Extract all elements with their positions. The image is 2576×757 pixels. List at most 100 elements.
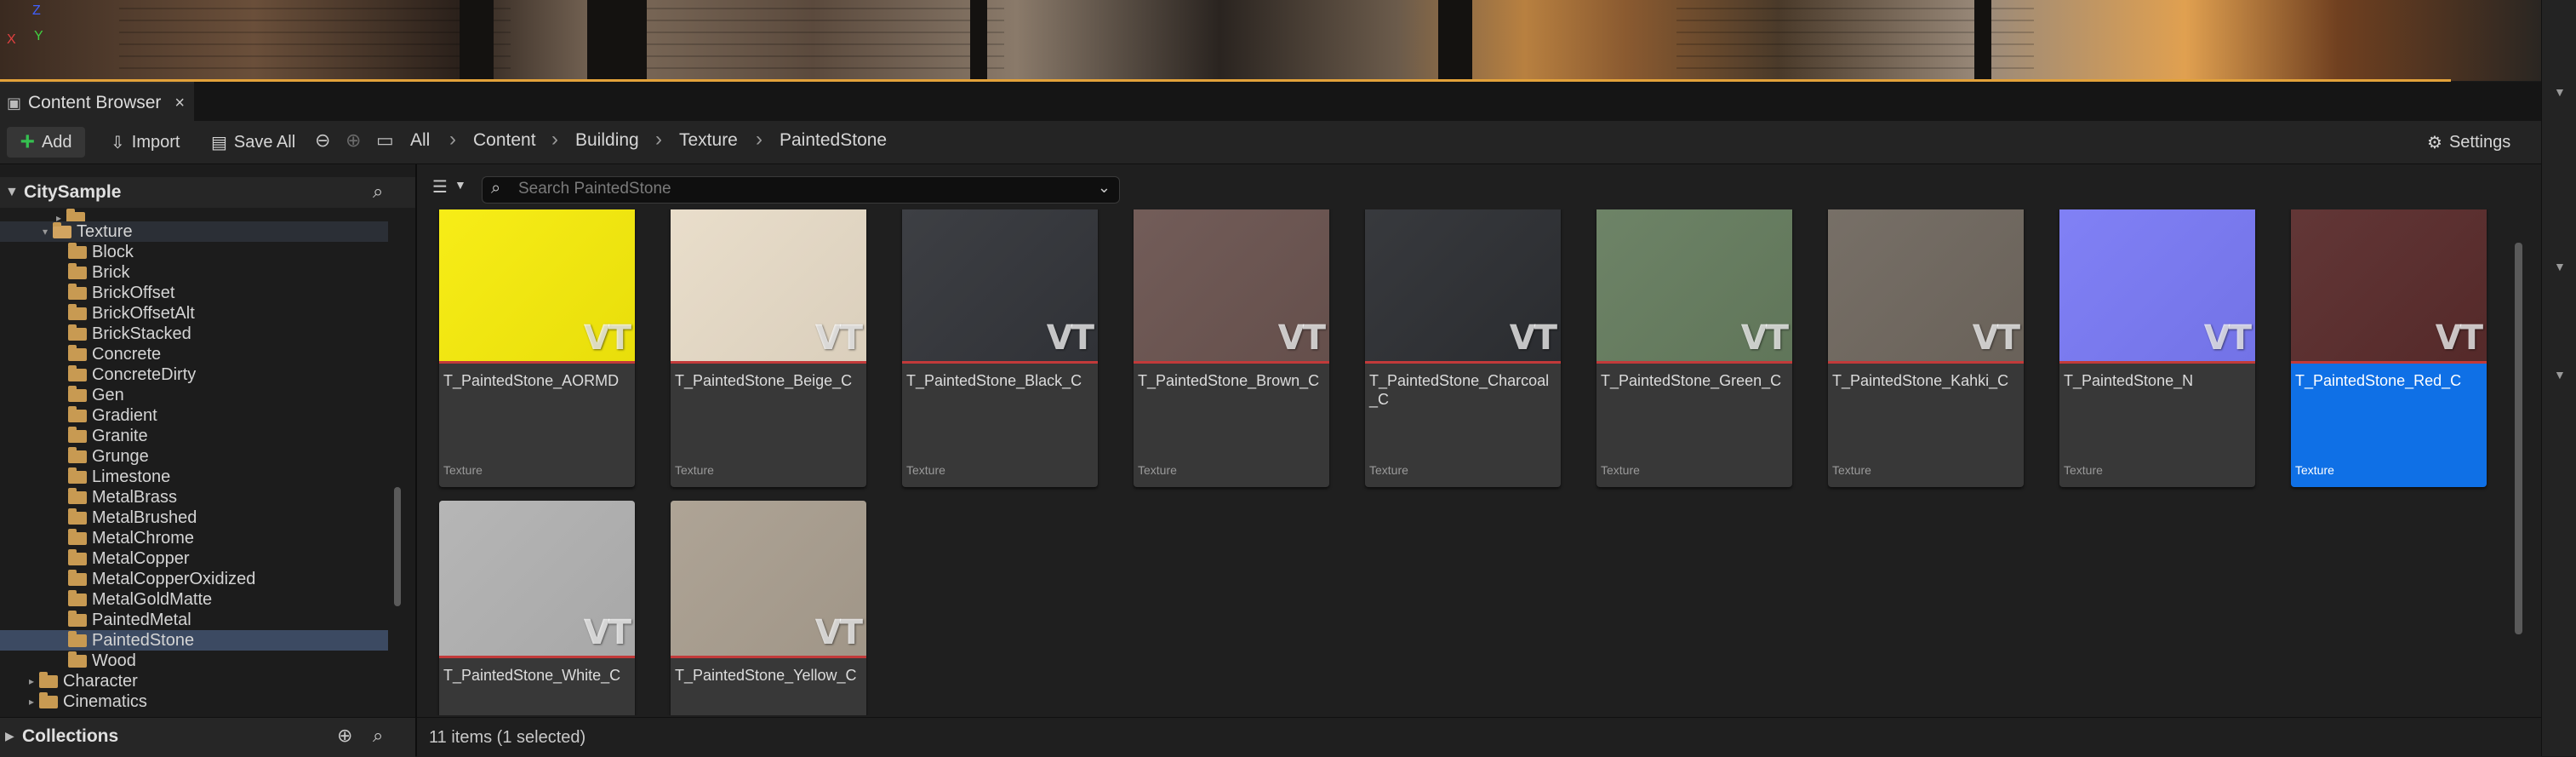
folder-icon: [68, 303, 87, 320]
right-rail: ▼ ▼ ▼: [2541, 0, 2576, 756]
tree-row[interactable]: Wood: [0, 651, 388, 671]
tree-row[interactable]: Block: [0, 242, 388, 262]
collapse-icon[interactable]: ▼: [5, 185, 19, 200]
tree-item-label: Gen: [92, 385, 124, 404]
asset-type-color-bar: [671, 361, 866, 364]
chevron-right-icon[interactable]: ›: [449, 128, 456, 152]
breadcrumb-item[interactable]: Content: [473, 130, 536, 151]
asset-name: T_PaintedStone_Kahki_C: [1832, 372, 2009, 389]
asset-tile[interactable]: VT T_PaintedStone_Beige_C Texture: [671, 209, 866, 487]
import-button[interactable]: ⇩ Import: [111, 127, 180, 158]
asset-tile[interactable]: VT T_PaintedStone_Green_C Texture: [1596, 209, 1792, 487]
pillar: [587, 0, 647, 81]
folder-icon[interactable]: ▭: [376, 129, 394, 152]
asset-tile[interactable]: VTT_PaintedStone_White_CTexture: [439, 501, 635, 715]
tab-content-browser[interactable]: ▣ Content Browser ×: [0, 82, 194, 123]
tree-row[interactable]: Limestone: [0, 467, 388, 487]
tree-row[interactable]: Brick: [0, 262, 388, 283]
expand-icon[interactable]: ▶: [5, 729, 14, 743]
search-icon[interactable]: ⌕: [373, 725, 383, 747]
search-input[interactable]: ⌕ Search PaintedStone ⌄: [482, 176, 1120, 204]
tree-row[interactable]: BrickOffsetAlt: [0, 303, 388, 324]
asset-tile[interactable]: VTT_PaintedStone_Yellow_CTexture: [671, 501, 866, 715]
tree-item-label: Grunge: [92, 446, 149, 466]
asset-tile[interactable]: VT T_PaintedStone_AORMD Texture: [439, 209, 635, 487]
breadcrumb-item[interactable]: Building: [575, 130, 639, 151]
tree-row[interactable]: Concrete: [0, 344, 388, 364]
tree-row[interactable]: MetalGoldMatte: [0, 589, 388, 610]
asset-tile[interactable]: VT T_PaintedStone_Red_C Texture: [2291, 209, 2487, 487]
level-viewport[interactable]: [0, 0, 2541, 81]
add-button[interactable]: + Add: [7, 127, 85, 158]
chevron-down-icon[interactable]: ▼: [2554, 85, 2566, 99]
save-all-button[interactable]: ▤ Save All: [211, 127, 295, 158]
asset-tile[interactable]: VT T_PaintedStone_Brown_C Texture: [1134, 209, 1329, 487]
tree-row[interactable]: Gradient: [0, 405, 388, 426]
chevron-right-icon[interactable]: ›: [655, 128, 662, 152]
tree-row-character[interactable]: ▸ Character: [0, 671, 388, 691]
chevron-down-icon[interactable]: ▼: [2554, 260, 2566, 273]
asset-tile[interactable]: VT T_PaintedStone_Black_C Texture: [902, 209, 1098, 487]
tree-row[interactable]: MetalChrome: [0, 528, 388, 548]
tree-row[interactable]: PaintedStone: [0, 630, 388, 651]
asset-type-color-bar: [1828, 361, 2024, 364]
asset-name: T_PaintedStone_White_C: [443, 667, 621, 684]
tab-strip: [0, 82, 2541, 121]
add-collection-icon[interactable]: ⊕: [337, 725, 352, 747]
chevron-right-icon[interactable]: ›: [756, 128, 763, 152]
tree-row[interactable]: MetalCopper: [0, 548, 388, 569]
pillar: [460, 0, 494, 81]
tree-row[interactable]: BrickStacked: [0, 324, 388, 344]
tree-row-texture[interactable]: ▾ Texture: [0, 221, 388, 242]
chevron-right-icon: ▸: [28, 675, 35, 687]
axis-gizmo: X Z Y: [2, 3, 53, 49]
search-icon[interactable]: ⌕: [373, 181, 383, 203]
tree-row-cinematics[interactable]: ▸ Cinematics: [0, 691, 388, 712]
asset-tile[interactable]: VT T_PaintedStone_Charcoal_C Texture: [1365, 209, 1561, 487]
pillar: [1438, 0, 1472, 81]
tree-row[interactable]: Grunge: [0, 446, 388, 467]
tree-row[interactable]: MetalCopperOxidized: [0, 569, 388, 589]
search-placeholder: Search PaintedStone: [518, 180, 671, 198]
search-icon: ⌕: [491, 179, 501, 198]
chevron-right-icon[interactable]: ›: [551, 128, 558, 152]
settings-button[interactable]: ⚙ Settings: [2427, 127, 2510, 158]
tree-row[interactable]: PaintedMetal: [0, 610, 388, 630]
asset-name: T_PaintedStone_N: [2064, 372, 2194, 389]
asset-name: T_PaintedStone_Black_C: [906, 372, 1082, 389]
tree-item-label: Brick: [92, 262, 130, 282]
tree-row[interactable]: MetalBrushed: [0, 508, 388, 528]
chevron-down-icon[interactable]: ▼: [2554, 368, 2566, 381]
breadcrumb-item[interactable]: All: [410, 130, 430, 151]
asset-type: Texture: [1832, 463, 1871, 477]
toolbar: + Add ⇩ Import ▤ Save All ⊖ ⊕ ▭ ⚙ Settin…: [0, 121, 2541, 164]
tree-header[interactable]: ▼ CitySample ⌕: [0, 177, 415, 208]
chevron-down-icon[interactable]: ⌄: [1098, 179, 1111, 197]
asset-scrollbar[interactable]: [2515, 243, 2522, 634]
virtual-texture-badge: VT: [1277, 318, 1326, 358]
folder-icon: [68, 446, 87, 463]
asset-tile[interactable]: VT T_PaintedStone_Kahki_C Texture: [1828, 209, 2024, 487]
tree-scrollbar[interactable]: [394, 487, 401, 606]
folder-icon: [68, 548, 87, 565]
tree-row[interactable]: Gen: [0, 385, 388, 405]
close-icon[interactable]: ×: [174, 94, 185, 113]
history-back-icon[interactable]: ⊖: [315, 129, 330, 152]
tree-row[interactable]: BrickOffset: [0, 283, 388, 303]
virtual-texture-badge: VT: [1972, 318, 2020, 358]
asset-type-color-bar: [1365, 361, 1561, 364]
tree-row[interactable]: Granite: [0, 426, 388, 446]
breadcrumb-item[interactable]: Texture: [679, 130, 738, 151]
tree-row[interactable]: ConcreteDirty: [0, 364, 388, 385]
virtual-texture-badge: VT: [2203, 318, 2252, 358]
folder-icon: [68, 508, 87, 525]
history-forward-icon[interactable]: ⊕: [346, 129, 361, 152]
asset-type-color-bar: [1596, 361, 1792, 364]
asset-tile[interactable]: VT T_PaintedStone_N Texture: [2059, 209, 2255, 487]
tab-label: Content Browser: [28, 93, 162, 112]
breadcrumb-item-current[interactable]: PaintedStone: [780, 130, 887, 151]
chevron-down-icon[interactable]: ▼: [454, 178, 466, 192]
collections-header[interactable]: ▶ Collections ⊕ ⌕: [0, 717, 415, 757]
tree-row[interactable]: MetalBrass: [0, 487, 388, 508]
filter-icon[interactable]: ☰: [432, 176, 448, 198]
